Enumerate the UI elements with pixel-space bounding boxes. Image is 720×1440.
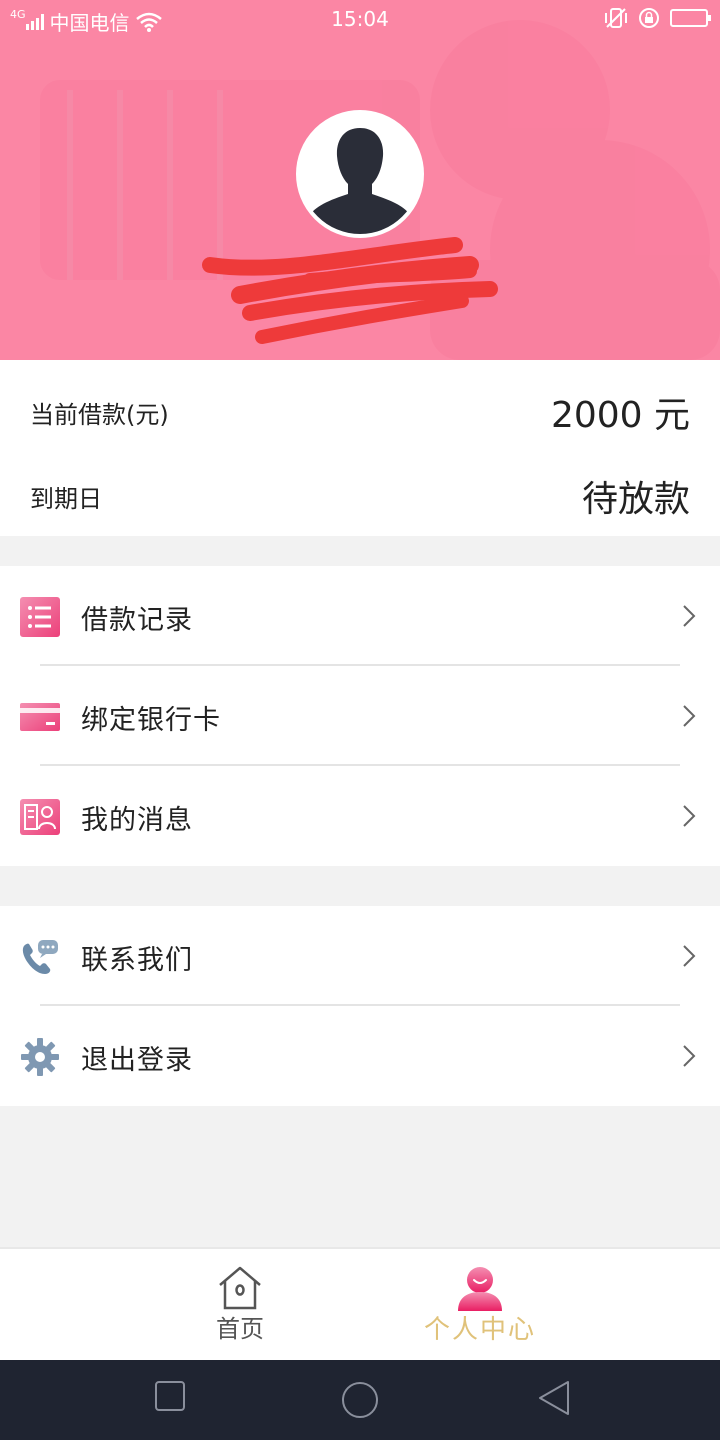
bank-card-icon: [20, 703, 60, 731]
menu-label-logout: 退出登录: [81, 1045, 193, 1076]
menu-label-contact-us: 联系我们: [81, 945, 193, 976]
chevron-right-icon: [683, 1045, 696, 1067]
chevron-right-icon: [683, 705, 696, 727]
gear-icon: [21, 1038, 59, 1076]
tab-personal-center-label: 个人中心: [423, 1315, 536, 1345]
profile-header: 4G 中国电信 15:04: [0, 0, 720, 360]
rotation-lock-icon: [639, 8, 659, 28]
menu-label-bind-bank-card: 绑定银行卡: [81, 705, 221, 736]
redacted-username-scribble: [202, 237, 498, 344]
recent-apps-button[interactable]: [154, 1380, 186, 1412]
home-icon: [219, 1266, 261, 1310]
loan-summary-card: 当前借款(元) 2000 元 到期日 待放款: [0, 360, 720, 536]
list-icon: [20, 597, 60, 637]
menu-item-bind-bank-card[interactable]: 绑定银行卡: [0, 666, 720, 766]
avatar[interactable]: [296, 110, 424, 238]
menu-label-loan-records: 借款记录: [81, 605, 193, 636]
menu-item-logout[interactable]: 退出登录: [0, 1006, 720, 1106]
default-user-avatar-icon: [300, 114, 420, 234]
due-date-value: 待放款: [581, 479, 690, 520]
status-bar-right: [604, 7, 711, 29]
home-nav-button[interactable]: [340, 1380, 380, 1420]
bottom-tab-bar: 首页 个人中心: [0, 1247, 720, 1360]
user-icon: [458, 1267, 502, 1311]
system-navigation-bar: [0, 1360, 720, 1440]
chevron-right-icon: [683, 805, 696, 827]
tab-personal-center[interactable]: 个人中心: [400, 1249, 560, 1360]
current-loan-label: 当前借款(元): [30, 400, 169, 429]
menu-item-loan-records[interactable]: 借款记录: [0, 566, 720, 666]
message-icon: [20, 799, 60, 835]
current-loan-row: 当前借款(元) 2000 元: [30, 382, 690, 442]
chevron-right-icon: [683, 945, 696, 967]
battery-icon: [670, 9, 711, 27]
menu-item-contact-us[interactable]: 联系我们: [0, 906, 720, 1006]
chevron-right-icon: [683, 605, 696, 627]
current-loan-value: 2000 元: [550, 395, 690, 436]
phone-chat-icon: [22, 940, 58, 974]
menu-item-my-messages[interactable]: 我的消息: [0, 766, 720, 866]
status-bar: 4G 中国电信 15:04: [0, 0, 720, 40]
back-nav-button[interactable]: [536, 1380, 572, 1416]
vibrate-mute-icon: [605, 8, 627, 28]
menu-label-my-messages: 我的消息: [81, 805, 193, 836]
tab-home-label: 首页: [216, 1315, 264, 1343]
due-date-row: 到期日 待放款: [30, 464, 690, 528]
account-menu-group: 借款记录 绑定银行卡 我的消息: [0, 566, 720, 866]
due-date-label: 到期日: [30, 484, 102, 513]
tab-home[interactable]: 首页: [160, 1249, 320, 1360]
support-menu-group: 联系我们 退出登录: [0, 906, 720, 1106]
